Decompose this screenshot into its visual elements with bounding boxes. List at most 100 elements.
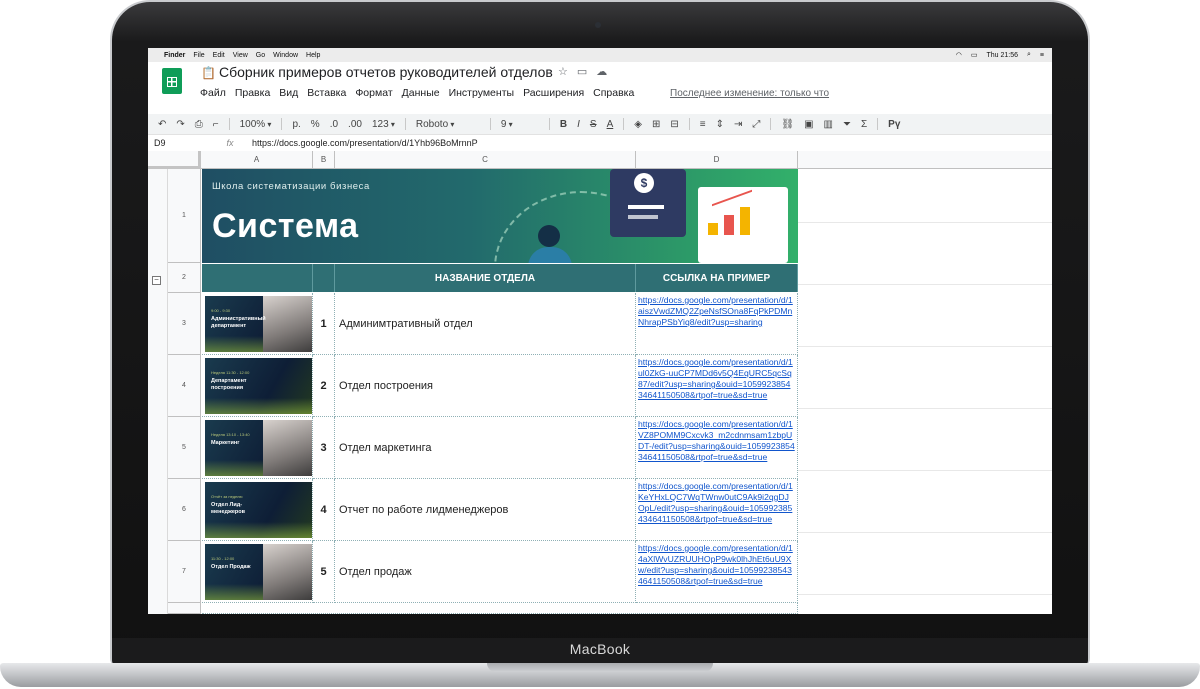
menubar-item-help[interactable]: Help (306, 52, 320, 59)
header-cell-b[interactable] (313, 264, 335, 292)
slide-thumbnail[interactable]: 9:00 - 9:30 Административный департамент (205, 296, 312, 352)
menu-format[interactable]: Формат (355, 87, 392, 99)
menubar-clock[interactable]: Thu 21:56 (986, 52, 1018, 59)
menu-tools[interactable]: Инструменты (449, 87, 514, 99)
print-icon[interactable]: ⎙ (195, 119, 203, 130)
italic-icon[interactable]: I (577, 119, 580, 130)
thumbnail-cell[interactable]: 9:00 - 9:30 Административный департамент (202, 293, 313, 355)
thumbnail-cell[interactable]: 11:30 - 12:00 Отдел Продаж (202, 541, 313, 603)
row-header-4[interactable]: 4 (168, 355, 201, 417)
header-department-name[interactable]: НАЗВАНИЕ ОТДЕЛА (335, 264, 636, 292)
strikethrough-icon[interactable]: S (590, 119, 597, 130)
redo-icon[interactable]: ↷ (176, 119, 184, 130)
fill-color-icon[interactable]: ◈ (634, 119, 642, 130)
filter-icon[interactable]: ⏷ (843, 119, 851, 130)
battery-icon[interactable]: ▭ (971, 51, 978, 59)
menu-data[interactable]: Данные (402, 87, 440, 99)
example-link-cell[interactable]: https://docs.google.com/presentation/d/1… (636, 417, 798, 479)
zoom-select[interactable]: 100% (240, 119, 272, 130)
row-header-6[interactable]: 6 (168, 479, 201, 541)
menu-file[interactable]: Файл (200, 87, 226, 99)
example-link-cell[interactable]: https://docs.google.com/presentation/d/1… (636, 355, 798, 417)
row-number[interactable]: 1 (313, 293, 335, 355)
increase-decimal-button[interactable]: .00 (348, 119, 362, 130)
document-title[interactable]: Сборник примеров отчетов руководителей о… (219, 64, 553, 80)
select-all-corner[interactable] (148, 151, 201, 169)
percent-format-button[interactable]: % (311, 119, 320, 130)
search-icon[interactable]: ⌕ (1027, 51, 1031, 59)
row-number[interactable]: 2 (313, 355, 335, 417)
empty-cells-area[interactable] (798, 169, 1052, 614)
merge-cells-icon[interactable]: ⊟ (670, 119, 678, 130)
decrease-decimal-button[interactable]: .0 (330, 119, 338, 130)
move-folder-icon[interactable]: ▭ (577, 65, 587, 78)
more-formats-select[interactable]: 123 (372, 119, 395, 130)
department-name-cell[interactable]: Отчет по работе лидменеджеров (335, 479, 636, 541)
menu-help[interactable]: Справка (593, 87, 634, 99)
insert-link-icon[interactable]: ⛓ (781, 119, 794, 130)
menu-insert[interactable]: Вставка (307, 87, 346, 99)
example-link-cell[interactable]: https://docs.google.com/presentation/d/1… (636, 479, 798, 541)
next-row-partial[interactable] (202, 603, 798, 614)
system-banner-image[interactable]: Школа систематизации бизнеса Система $ (202, 169, 798, 263)
currency-format-button[interactable]: р. (292, 119, 300, 130)
menubar-item-file[interactable]: File (193, 52, 204, 59)
undo-icon[interactable]: ↶ (158, 119, 166, 130)
text-color-icon[interactable]: A (607, 119, 614, 130)
row-header-7[interactable]: 7 (168, 541, 201, 603)
menu-extensions[interactable]: Расширения (523, 87, 584, 99)
column-header-c[interactable]: C (335, 151, 636, 169)
thumbnail-cell[interactable]: Отчёт за неделю Отдел Лид-менеджеров (202, 479, 313, 541)
functions-icon[interactable]: Σ (861, 119, 867, 130)
star-icon[interactable]: ☆ (558, 65, 568, 78)
row-number[interactable]: 4 (313, 479, 335, 541)
slide-thumbnail[interactable]: Неделя 13:10 - 13:40 Маркетинг (205, 420, 312, 476)
last-edit-link[interactable]: Последнее изменение: только что (670, 88, 829, 99)
menubar-item-go[interactable]: Go (256, 52, 265, 59)
example-link-cell[interactable]: https://docs.google.com/presentation/d/1… (636, 541, 798, 603)
menu-list-icon[interactable]: ≡ (1040, 52, 1044, 59)
slide-thumbnail[interactable]: Отчёт за неделю Отдел Лид-менеджеров (205, 482, 312, 538)
thumbnail-cell[interactable]: Неделя 11:30 - 12:00 Департамент построен… (202, 355, 313, 417)
thumbnail-cell[interactable]: Неделя 13:10 - 13:40 Маркетинг (202, 417, 313, 479)
collapse-group-button[interactable]: − (152, 276, 161, 285)
paint-format-icon[interactable]: ⌐ (213, 119, 219, 130)
menubar-item-window[interactable]: Window (273, 52, 298, 59)
department-name-cell[interactable]: Отдел построения (335, 355, 636, 417)
row-number[interactable]: 5 (313, 541, 335, 603)
department-name-cell[interactable]: Отдел маркетинга (335, 417, 636, 479)
slide-thumbnail[interactable]: Неделя 11:30 - 12:00 Департамент построен… (205, 358, 312, 414)
horizontal-align-icon[interactable]: ≡ (700, 119, 706, 130)
menubar-item-view[interactable]: View (233, 52, 248, 59)
text-rotation-icon[interactable]: ⤢ (752, 119, 760, 130)
formula-input[interactable]: https://docs.google.com/presentation/d/1… (252, 138, 478, 148)
row-header-2[interactable]: 2 (168, 263, 201, 293)
font-select[interactable]: Roboto (416, 119, 480, 130)
department-name-cell[interactable]: Админимтративный отдел (335, 293, 636, 355)
header-example-link[interactable]: ССЫЛКА НА ПРИМЕР (636, 264, 798, 292)
menubar-app-name[interactable]: Finder (164, 52, 185, 59)
sheets-logo-icon[interactable] (162, 68, 182, 94)
name-box[interactable]: D9 (148, 138, 208, 148)
row-number[interactable]: 3 (313, 417, 335, 479)
row-header-1[interactable]: 1 (168, 169, 201, 263)
row-header-3[interactable]: 3 (168, 293, 201, 355)
bold-icon[interactable]: B (560, 119, 567, 130)
header-cell-a[interactable] (202, 264, 313, 292)
menubar-item-edit[interactable]: Edit (213, 52, 225, 59)
vertical-align-icon[interactable]: ⇕ (716, 119, 724, 130)
borders-icon[interactable]: ⊞ (652, 119, 660, 130)
text-wrap-icon[interactable]: ⇥ (734, 119, 742, 130)
slide-thumbnail[interactable]: 11:30 - 12:00 Отдел Продаж (205, 544, 312, 600)
column-header-b[interactable]: B (313, 151, 335, 169)
font-size-select[interactable]: 9 (501, 119, 539, 130)
cloud-status-icon[interactable]: ☁ (596, 65, 607, 78)
department-name-cell[interactable]: Отдел продаж (335, 541, 636, 603)
column-header-d[interactable]: D (636, 151, 798, 169)
menu-view[interactable]: Вид (279, 87, 298, 99)
insert-comment-icon[interactable]: ▣ (804, 119, 813, 130)
wifi-icon[interactable]: ◠ (956, 51, 962, 59)
example-link-cell[interactable]: https://docs.google.com/presentation/d/1… (636, 293, 798, 355)
column-header-a[interactable]: A (201, 151, 313, 169)
row-header-8[interactable] (168, 603, 201, 614)
